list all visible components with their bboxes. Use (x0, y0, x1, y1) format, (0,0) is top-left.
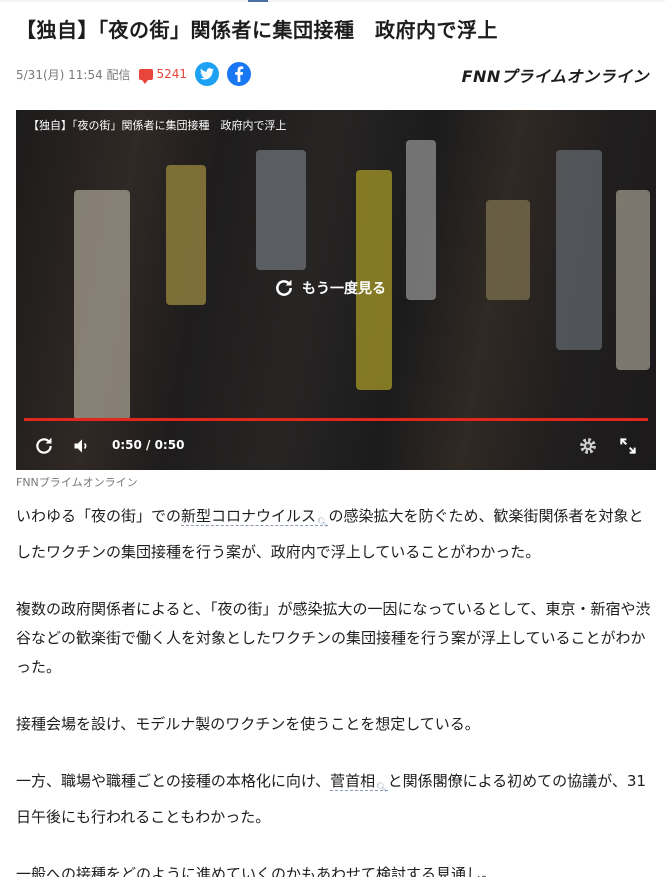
comment-count[interactable]: 5241 (157, 67, 188, 81)
video-title: 【独自】「夜の街」関係者に集団接種 政府内で浮上 (28, 119, 287, 132)
replay-label: もう一度見る (302, 281, 386, 297)
search-icon: 🔍︎ (317, 518, 329, 528)
top-tab-indicator (248, 0, 268, 2)
paragraph-1: いわゆる「夜の街」での新型コロナウイルス🔍︎の感染拡大を防ぐため、歓楽街関係者を… (16, 507, 644, 561)
facebook-icon[interactable] (227, 62, 252, 86)
article-headline: 【独自】「夜の街」関係者に集団接種 政府内で浮上 (16, 18, 498, 42)
comment-icon[interactable] (138, 68, 153, 84)
publisher-logo[interactable]: FNNプライムオンライン (462, 63, 649, 87)
fullscreen-icon[interactable] (618, 436, 638, 460)
top-strip (0, 0, 665, 2)
article-meta: 5/31(月) 11:54 配信 5241 (16, 61, 259, 87)
video-controls: 0:50 / 0:50 (16, 428, 656, 462)
replay-control-icon[interactable] (34, 436, 54, 460)
keyword-link-pm[interactable]: 菅首相🔍︎ (330, 772, 388, 793)
publish-date: 5/31(月) 11:54 配信 (16, 67, 131, 82)
replay-button[interactable]: もう一度見る (274, 278, 386, 298)
paragraph-3: 接種会場を設け、モデルナ製のワクチンを使うことを想定している。 (16, 715, 480, 733)
paragraph-2: 複数の政府関係者によると、「夜の街」が感染拡大の一因になっているとして、東京・新… (16, 600, 651, 676)
video-caption: FNNプライムオンライン (16, 476, 138, 489)
video-progress-bar[interactable] (24, 418, 648, 421)
replay-icon (276, 279, 292, 296)
article-body: いわゆる「夜の街」での新型コロナウイルス🔍︎の感染拡大を防ぐため、歓楽街関係者を… (16, 502, 656, 877)
volume-icon[interactable] (72, 436, 92, 460)
search-icon: 🔍︎ (376, 783, 388, 793)
video-timecode: 0:50 / 0:50 (112, 438, 185, 452)
settings-gear-icon[interactable] (578, 436, 598, 460)
paragraph-4: 一方、職場や職種ごとの接種の本格化に向け、菅首相🔍︎と関係閣僚による初めての協議… (16, 772, 646, 826)
keyword-link-corona[interactable]: 新型コロナウイルス🔍︎ (181, 507, 329, 528)
twitter-icon[interactable] (195, 62, 220, 86)
video-player[interactable]: 【独自】「夜の街」関係者に集団接種 政府内で浮上 もう一度見る 0:50 / 0… (16, 110, 656, 470)
paragraph-5: 一般への接種をどのように進めていくのかもあわせて検討する見通し。 (16, 865, 497, 877)
